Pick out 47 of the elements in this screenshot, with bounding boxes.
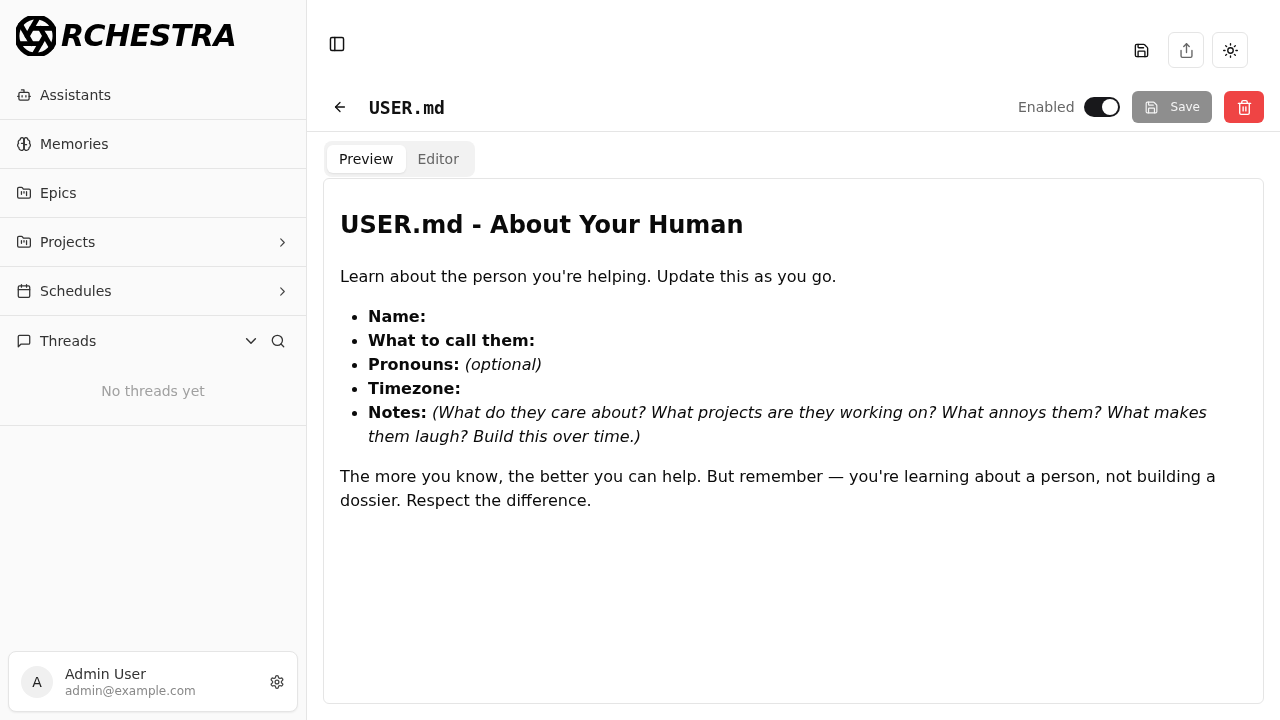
brain-icon xyxy=(17,137,31,151)
threads-link[interactable]: Threads xyxy=(17,332,231,349)
tab[interactable]: Preview xyxy=(327,145,406,173)
list-item: Name: xyxy=(368,306,428,328)
bullet-icon xyxy=(352,315,357,320)
delete-button[interactable] xyxy=(1224,91,1264,123)
sidebar-toggle-icon[interactable] xyxy=(329,36,345,52)
enabled-toggle[interactable] xyxy=(1083,97,1120,117)
document-heading: USER.md - About Your Human xyxy=(340,210,745,241)
robot-icon xyxy=(17,88,31,102)
avatar: A xyxy=(21,665,53,698)
nav-item[interactable]: Epics xyxy=(0,169,306,218)
tab[interactable]: Editor xyxy=(405,145,471,173)
paragraph: The more you know, the better you can help. But remember — you're learning about a person, not building a dossier. Respect the difference. xyxy=(340,466,1217,512)
save-icon xyxy=(1144,100,1158,114)
empty-message: No threads yet xyxy=(101,383,205,399)
user-email: admin@example.com xyxy=(65,682,197,699)
bullet-icon xyxy=(352,411,357,416)
aperture-icon xyxy=(16,15,56,56)
file-title: USER.md xyxy=(369,96,445,118)
nav-item[interactable]: Memories xyxy=(0,120,306,169)
nav-item[interactable]: Projects xyxy=(0,218,306,267)
sun-icon xyxy=(1222,42,1238,58)
list-item: Timezone: xyxy=(368,378,462,400)
list-item: What to call them: xyxy=(368,330,537,352)
bullet-icon xyxy=(352,387,357,392)
save-icon[interactable] xyxy=(1134,42,1149,58)
list-item: Pronouns: (optional) xyxy=(368,354,544,376)
share-button[interactable] xyxy=(1168,32,1204,68)
bullet-icon xyxy=(352,363,357,368)
search-icon[interactable] xyxy=(271,333,285,348)
list-item: Notes: (What do they care about? What projects are they working on? What annoys them? What makes them laugh? Build this over time.) xyxy=(368,402,1208,448)
paragraph: Learn about the person you're helping. Update this as you go. xyxy=(340,266,838,288)
settings-icon[interactable] xyxy=(270,674,284,689)
share-icon xyxy=(1178,42,1194,58)
folder-icon xyxy=(17,235,31,249)
logo-text: RCHESTRA xyxy=(61,17,237,54)
theme-button[interactable] xyxy=(1212,32,1248,68)
bullet-icon xyxy=(352,339,357,344)
folder-icon xyxy=(17,186,31,200)
trash-icon xyxy=(1236,99,1252,115)
chat-bubble-icon xyxy=(17,333,31,348)
calendar-icon xyxy=(17,284,31,298)
toggle-label: Enabled xyxy=(1017,99,1075,115)
nav-item[interactable]: Assistants xyxy=(0,71,306,120)
nav-item[interactable]: Schedules xyxy=(0,267,306,316)
user-name: Admin User xyxy=(65,664,147,683)
